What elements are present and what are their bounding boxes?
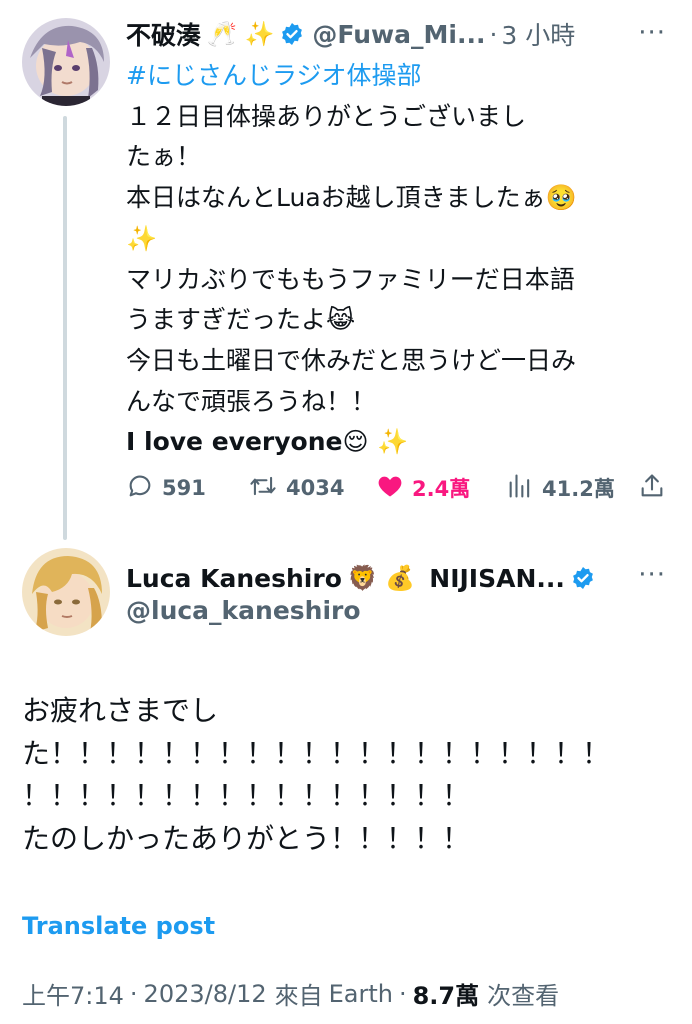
author-name-emojis: 🥂 ✨ xyxy=(207,20,275,48)
tweet-line: たぁ！ xyxy=(126,142,202,172)
translate-post-link[interactable]: Translate post xyxy=(22,912,215,940)
author-handle[interactable]: @luca_kaneshiro xyxy=(126,596,361,625)
post-time[interactable]: 3 小時 xyxy=(501,16,575,52)
verified-badge-icon xyxy=(571,566,595,590)
tweet-line: んなで頑張ろうね！！ xyxy=(126,386,377,416)
views-count: 41.2萬 xyxy=(542,477,615,501)
author-name-suffix[interactable]: NIJISAN... xyxy=(429,564,565,593)
author-handle[interactable]: @Fuwa_Mi... xyxy=(312,20,485,49)
tweet-line: たのしかったありがとう！！！！！ xyxy=(22,821,471,855)
tweet-line: マリカぶりでももうファミリーだ日本語 xyxy=(126,264,575,294)
post-date[interactable]: 2023/8/12 xyxy=(144,980,267,1008)
share-icon xyxy=(638,472,674,505)
view-count-label: 次查看 xyxy=(487,982,560,1010)
post-time[interactable]: 上午7:14 xyxy=(22,976,124,1011)
more-icon[interactable]: ··· xyxy=(638,560,666,590)
tweet2-text: お疲れさまでし た！！！！！！！！！！！！！！！！！！！！ ！！！！！！！！！！… xyxy=(22,690,672,860)
tweet-line: I love everyone😌 ✨ xyxy=(126,427,409,457)
post-metadata: 上午7:14 · 2023/8/12 來自 Earth · 8.7萬 次查看 xyxy=(22,976,559,1011)
author-name-emojis: 🦁 💰 xyxy=(347,564,416,592)
source-prefix: 來自 xyxy=(274,982,323,1010)
author-name[interactable]: 不破湊 xyxy=(126,16,201,52)
like-count: 2.4萬 xyxy=(412,477,471,501)
author-avatar-fuwa[interactable] xyxy=(22,18,110,106)
retweet-button[interactable]: 4034 xyxy=(248,468,344,508)
tweet-line: ✨ xyxy=(126,223,158,253)
parent-tweet[interactable]: 不破湊 🥂 ✨ @Fuwa_Mi... · 3 小時 ··· #にじさんじラジオ… xyxy=(0,0,692,540)
tweet-line: うますぎだったよ😹 xyxy=(126,305,356,335)
retweet-count: 4034 xyxy=(286,476,345,500)
author-avatar-luca[interactable] xyxy=(22,548,110,636)
tweet-line: ！！！！！！！！！！！！！！！！ xyxy=(22,779,471,812)
tweet1-action-bar: 591 4034 2.4萬 41.2萬 xyxy=(126,468,666,508)
tweet1-text: #にじさんじラジオ体操部 １２日目体操ありがとうございまし たぁ！ 本日はなんと… xyxy=(126,56,666,463)
share-button[interactable] xyxy=(638,468,674,508)
tweet-line: お疲れさまでし xyxy=(22,694,219,727)
tweet-line: 本日はなんとLuaお越し頂きましたぁ🥹 xyxy=(126,183,577,213)
like-button[interactable]: 2.4萬 xyxy=(376,468,470,508)
tweet-line: １２日目体操ありがとうございまし xyxy=(126,101,527,131)
separator-dot: · xyxy=(489,19,498,49)
tweet-line: た！！！！！！！！！！！！！！！！！！！！ xyxy=(22,736,611,770)
retweet-icon xyxy=(248,472,286,505)
views-icon xyxy=(506,472,542,505)
hashtag-link[interactable]: #にじさんじラジオ体操部 xyxy=(126,56,666,97)
more-icon[interactable]: ··· xyxy=(638,18,666,48)
verified-badge-icon xyxy=(280,22,304,46)
heart-icon xyxy=(376,472,412,505)
reply-button[interactable]: 591 xyxy=(126,468,206,508)
tweet1-header: 不破湊 🥂 ✨ @Fuwa_Mi... · 3 小時 xyxy=(126,14,575,54)
reply-count: 591 xyxy=(162,476,206,500)
separator-dot: · xyxy=(398,979,407,1008)
author-name[interactable]: Luca Kaneshiro xyxy=(126,564,342,593)
tweet-line: 今日も土曜日で休みだと思うけど一日み xyxy=(126,345,577,375)
separator-dot: · xyxy=(129,979,138,1008)
views-button[interactable]: 41.2萬 xyxy=(506,468,615,508)
reply-icon xyxy=(126,472,162,505)
view-count[interactable]: 8.7萬 xyxy=(413,976,480,1011)
thread-connector-line xyxy=(63,116,67,540)
tweet2-header: Luca Kaneshiro 🦁 💰 NIJISAN... xyxy=(126,558,595,598)
post-source: Earth xyxy=(328,979,393,1008)
